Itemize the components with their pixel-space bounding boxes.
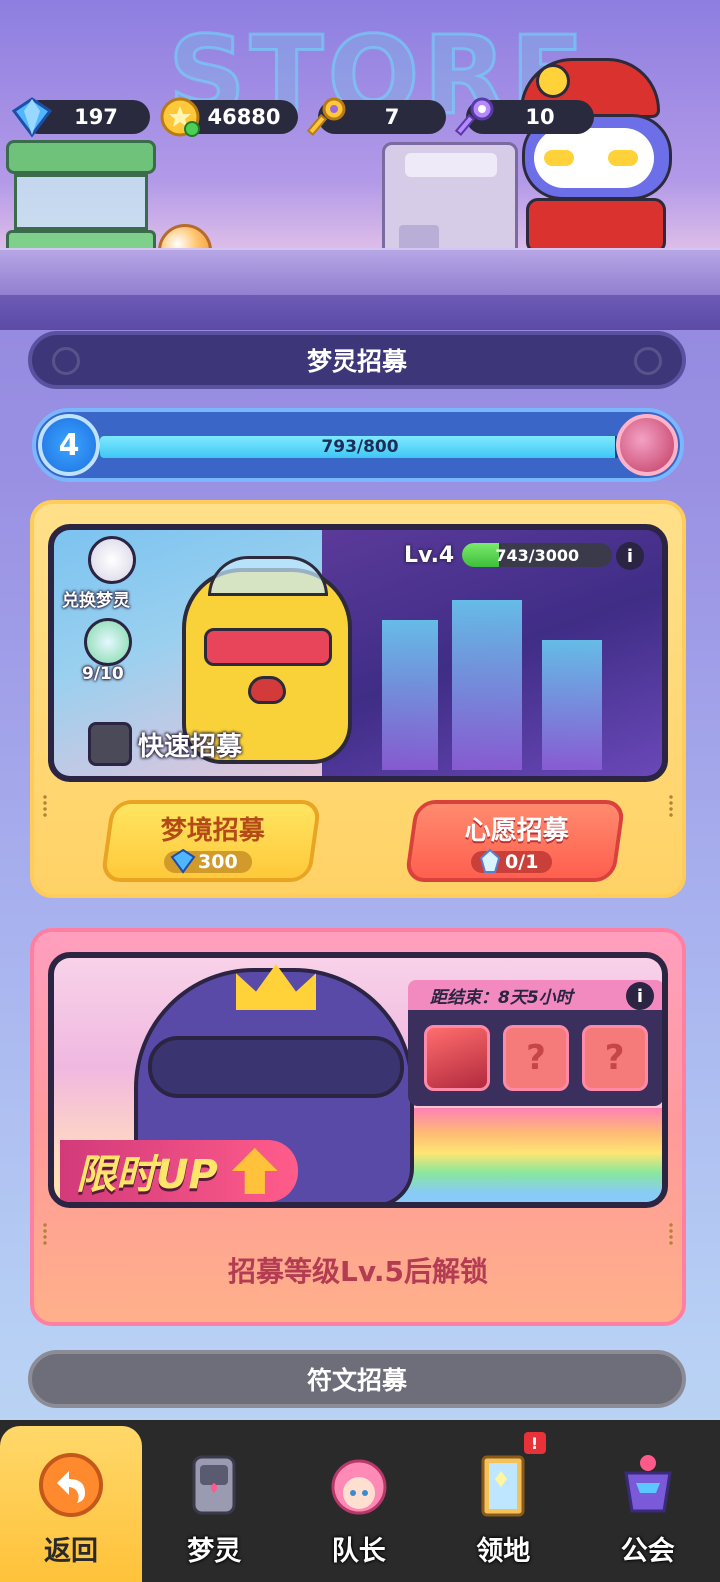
card-side-dots-right	[668, 794, 674, 818]
wish-recruit-cost: 0/1	[471, 848, 553, 873]
crystal-icon[interactable]	[84, 618, 132, 666]
diamond-icon	[170, 848, 196, 874]
purple-key-counter[interactable]: 10	[454, 97, 594, 136]
recruit-level-badge: 4	[38, 414, 100, 476]
dream-recruit-title: 梦灵招募	[306, 347, 407, 376]
nav-captain-label: 队长	[331, 1536, 386, 1567]
nav-back[interactable]: 返回	[0, 1426, 142, 1582]
dream-recruit-button-label: 梦境招募	[160, 815, 265, 846]
gold-key-counter[interactable]: 7	[306, 97, 446, 136]
shelf-edge	[0, 295, 720, 330]
limited-up-label: 限时UP	[76, 1152, 218, 1198]
back-arrow-icon	[35, 1449, 107, 1521]
nav-spirits[interactable]: 梦灵	[142, 1420, 287, 1582]
mystery-hero-slot[interactable]: ?	[502, 1025, 569, 1091]
door-icon	[467, 1449, 539, 1521]
sunglasses-illustration	[148, 1036, 404, 1098]
dream-recruit-cost: 300	[164, 848, 252, 874]
recruit-level-progress-text: 793/800	[321, 437, 399, 457]
stage-pillar	[452, 600, 522, 770]
level-reward-avatar[interactable]	[616, 414, 678, 476]
limited-recruit-showcase: 距结束：8天5小时 i ? ? 限时UP	[48, 952, 668, 1208]
featured-hero-portrait[interactable]	[424, 1025, 491, 1091]
nav-back-label: 返回	[44, 1536, 98, 1567]
nav-guild[interactable]: 公会	[576, 1420, 720, 1582]
showcase-level-label: Lv.4	[404, 542, 455, 568]
featured-heroes: ? ?	[408, 1010, 662, 1106]
nav-captain[interactable]: 队长	[287, 1420, 432, 1582]
gold-coin-icon	[158, 95, 202, 139]
purple-key-icon	[454, 95, 498, 139]
showcase-level-track: 743/3000	[462, 543, 613, 567]
banner-deco-left	[52, 347, 80, 375]
showcase-level-text: 743/3000	[495, 545, 580, 565]
bottom-nav: 返回 梦灵 队长 ! 领地 公会	[0, 1420, 720, 1582]
stage-pillar	[382, 620, 438, 770]
stage-pillar	[542, 640, 602, 770]
limited-recruit-card: 距结束：8天5小时 i ? ? 限时UP 招募等级Lv.5后解锁	[30, 928, 686, 1326]
exchange-spirit-label: 兑换梦灵	[62, 591, 130, 611]
dream-recruit-banner: 梦灵招募	[28, 331, 686, 389]
nav-guild-label: 公会	[620, 1536, 675, 1567]
robot-machine-icon	[178, 1449, 250, 1521]
info-icon[interactable]: i	[616, 542, 644, 570]
diamond-counter[interactable]: 197	[11, 97, 150, 138]
banner-deco-right	[634, 347, 662, 375]
gold-coin-counter[interactable]: 46880	[160, 97, 298, 137]
info-icon[interactable]: i	[626, 982, 654, 1010]
limited-up-tag: 限时UP	[60, 1140, 298, 1202]
exchange-spirit-button[interactable]	[88, 536, 136, 584]
card-side-dots-left	[42, 1222, 48, 1246]
wish-recruit-button[interactable]: 心愿招募 0/1	[404, 800, 626, 882]
dream-recruit-button[interactable]: 梦境招募 300	[100, 800, 322, 882]
quick-recruit-checkbox[interactable]	[88, 722, 132, 766]
shopkeeper-illustration	[510, 58, 690, 258]
up-arrow-icon	[231, 1148, 278, 1194]
recruit-level-bar: 4 793/800	[32, 408, 684, 482]
store-header-scene: STORE 197 46880 7 10	[0, 0, 720, 330]
rune-recruit-banner[interactable]: 符文招募	[28, 1350, 686, 1408]
rune-recruit-title: 符文招募	[306, 1366, 407, 1395]
unlock-requirement-text: 招募等级Lv.5后解锁	[228, 1255, 488, 1288]
guild-emblem-icon	[612, 1449, 684, 1521]
crown-icon	[236, 964, 316, 1010]
crystal-count: 9/10	[82, 664, 124, 684]
nav-territory[interactable]: ! 领地	[431, 1420, 576, 1582]
nav-spirits-label: 梦灵	[187, 1536, 242, 1567]
wish-crystal-icon	[480, 848, 501, 873]
pink-hair-girl-icon	[323, 1449, 395, 1521]
card-side-dots-left	[42, 794, 48, 818]
normal-recruit-showcase: 兑换梦灵 9/10 快速招募 Lv.4 743/3000 i	[48, 524, 668, 782]
wish-recruit-button-label: 心愿招募	[464, 815, 569, 846]
normal-recruit-card: 兑换梦灵 9/10 快速招募 Lv.4 743/3000 i 梦境招募 300 …	[30, 500, 686, 898]
notification-badge: !	[523, 1432, 546, 1454]
quick-recruit-label: 快速招募	[138, 732, 243, 762]
showcase-level: Lv.4 743/3000	[404, 542, 613, 568]
card-side-dots-right	[668, 1222, 674, 1246]
gold-key-icon	[306, 95, 350, 139]
nav-territory-label: 领地	[476, 1536, 531, 1567]
mystery-hero-slot[interactable]: ?	[581, 1025, 648, 1091]
diamond-icon	[10, 95, 54, 139]
